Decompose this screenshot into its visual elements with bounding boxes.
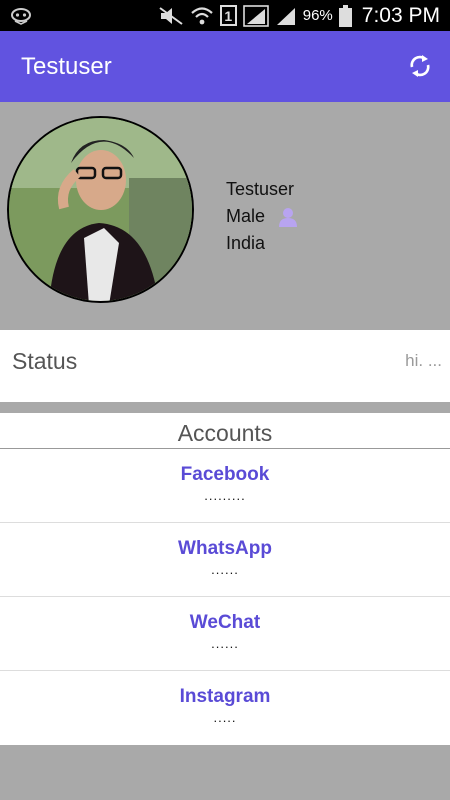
profile-info: Testuser Male India: [226, 176, 298, 257]
refresh-icon[interactable]: [406, 52, 434, 80]
battery-percentage: 96%: [302, 7, 333, 24]
notification-icon: [11, 8, 31, 25]
profile-name: Testuser: [226, 179, 295, 199]
account-value: ......: [211, 636, 239, 651]
gender-row: Male: [226, 203, 298, 230]
page-title: Testuser: [21, 53, 112, 80]
account-item-wechat[interactable]: WeChat ......: [0, 597, 450, 671]
person-icon: [279, 207, 298, 227]
status-value: hi. ...: [405, 351, 442, 370]
mute-icon: [159, 6, 183, 25]
account-name: Instagram: [179, 686, 271, 707]
account-name: Facebook: [180, 464, 270, 485]
signal-icon: [276, 7, 295, 25]
account-value: .....: [213, 710, 237, 725]
account-name: WhatsApp: [178, 538, 272, 559]
profile-section: Testuser Male India: [0, 102, 450, 330]
app-bar: Testuser: [0, 31, 450, 102]
account-value: ......: [211, 562, 239, 577]
battery-icon: [338, 4, 352, 27]
account-item-instagram[interactable]: Instagram .....: [0, 671, 450, 745]
sim-1-icon: 1: [219, 5, 237, 26]
status-label: Status: [12, 348, 78, 374]
wifi-icon: [191, 6, 213, 24]
signal-icon: [242, 4, 269, 27]
account-item-whatsapp[interactable]: WhatsApp ......: [0, 523, 450, 597]
account-value: .........: [204, 488, 246, 503]
profile-country: India: [226, 233, 266, 253]
status-bar: 1 96% 7:03 PM: [0, 0, 450, 31]
avatar[interactable]: [7, 116, 194, 303]
account-item-facebook[interactable]: Facebook .........: [0, 449, 450, 523]
accounts-section: Accounts Facebook ......... WhatsApp ...…: [0, 413, 450, 745]
clock: 7:03 PM: [361, 3, 440, 27]
account-name: WeChat: [189, 612, 261, 633]
profile-gender: Male: [226, 206, 266, 226]
status-card[interactable]: Status hi. ...: [0, 330, 450, 402]
accounts-header: Accounts: [0, 413, 450, 449]
